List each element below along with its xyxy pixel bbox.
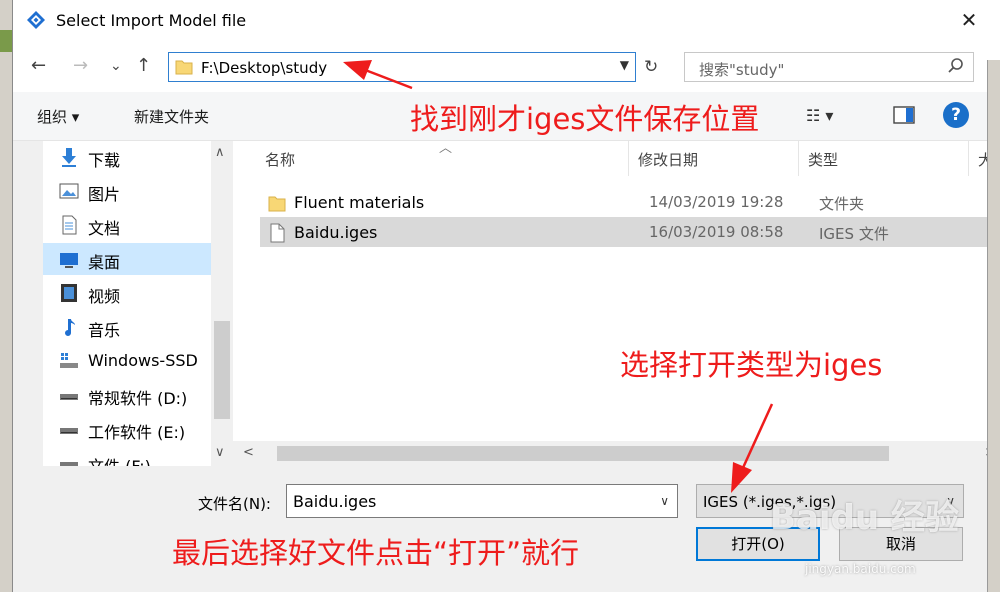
drive-icon [60,394,78,400]
sidebar-item-downloads[interactable]: 下载 [43,141,211,173]
sidebar-item-pictures[interactable]: 图片 [43,175,211,207]
watermark-logo: Baidu 经验 [770,498,959,538]
folder-icon [268,196,286,212]
scroll-down-icon[interactable]: ∨ [215,445,225,460]
chevron-down-icon[interactable]: ∨ [660,494,669,508]
watermark-url: jingyan.baidu.com [805,562,916,576]
file-row[interactable]: Fluent materials 14/03/2019 19:28 文件夹 [260,187,988,217]
background-app-strip-right [987,60,1000,592]
sort-ascending-icon: ︿ [439,141,453,156]
up-folder-button[interactable]: ↑ [136,56,151,76]
sidebar-item-drive-d[interactable]: 常规软件 (D:) [43,379,211,411]
annotation-select-type: 选择打开类型为iges [620,348,883,382]
filename-value: Baidu.iges [293,492,377,511]
column-divider[interactable] [628,141,629,176]
new-folder-button[interactable]: 新建文件夹 [134,106,209,127]
sidebar-item-windows-ssd[interactable]: Windows-SSD [43,345,211,377]
back-button[interactable]: ← [31,56,46,76]
close-button[interactable]: ✕ [959,10,979,30]
sidebar-item-drive-e[interactable]: 工作软件 (E:) [43,413,211,445]
column-divider[interactable] [968,141,969,176]
sidebar-item-videos[interactable]: 视频 [43,277,211,309]
sidebar-item-documents[interactable]: 文档 [43,209,211,241]
filename-input[interactable]: Baidu.iges ∨ [286,484,678,518]
music-icon [65,319,75,336]
scrollbar-thumb[interactable] [277,446,889,461]
drive-c-icon [60,353,78,368]
column-divider[interactable] [798,141,799,176]
help-button[interactable]: ? [943,102,969,128]
background-app-strip [0,0,12,592]
address-bar[interactable]: F:\Desktop\study ▼ [168,52,636,82]
scroll-left-icon[interactable]: < [243,445,254,460]
sidebar-item-label: 文档 [88,219,121,238]
address-path: F:\Desktop\study [201,59,328,77]
sidebar-item-label: 图片 [88,185,121,204]
sidebar-item-music[interactable]: 音乐 [43,311,211,343]
sidebar-item-label: 文件 (F:) [88,453,151,466]
scrollbar-thumb[interactable] [214,321,230,419]
file-name: Baidu.iges [294,223,378,242]
sidebar-item-label: 下载 [88,151,121,170]
file-modified: 14/03/2019 19:28 [649,193,784,211]
organize-menu[interactable]: 组织 ▾ [37,106,79,127]
file-row[interactable]: Baidu.iges 16/03/2019 08:58 IGES 文件 [260,217,988,247]
file-list-horizontal-scrollbar[interactable]: < > [233,441,1000,466]
file-type: 文件夹 [819,195,865,213]
view-options-button[interactable]: ☷ ▾ [806,106,833,125]
recent-locations-button[interactable]: ⌄ [110,56,122,76]
sidebar-item-label: 视频 [88,287,121,306]
search-icon [948,58,963,73]
pictures-icon [59,183,79,199]
sidebar-item-label: 音乐 [88,321,121,340]
refresh-button[interactable]: ↻ [644,57,658,77]
navigation-pane: 下载 图片 文档 桌面 视频 音乐 Windows-SSD 常规软件 (D:) [43,141,233,466]
column-header-type[interactable]: 类型 [808,149,838,170]
download-icon [62,148,76,167]
column-header-name[interactable]: 名称 [265,149,295,170]
app-logo-icon [27,11,45,29]
file-list: ︿ 名称 修改日期 类型 大 Fluent materials 14/03/20… [233,141,1000,466]
file-type: IGES 文件 [819,225,889,243]
file-name: Fluent materials [294,193,425,212]
column-header-modified[interactable]: 修改日期 [638,149,698,170]
search-input[interactable]: 搜索"study" [684,52,974,82]
navigation-row: ← → ⌄ ↑ F:\Desktop\study ▼ ↻ 搜索"study" [13,42,1000,92]
desktop-icon [60,253,78,268]
search-placeholder: 搜索"study" [699,61,785,79]
sidebar-item-desktop[interactable]: 桌面 [43,243,211,275]
file-icon [270,223,285,243]
documents-icon [62,215,77,235]
filename-label: 文件名(N): [198,495,271,513]
navigation-pane-scrollbar[interactable]: ∧ ∨ [211,141,233,466]
sidebar-item-label: 工作软件 (E:) [88,423,186,442]
annotation-final-step: 最后选择好文件点击“打开”就行 [172,536,580,570]
dialog-title: Select Import Model file [56,11,247,30]
folder-icon [175,60,193,75]
sidebar-item-label: 常规软件 (D:) [88,389,188,408]
background-toolbar-fragment [0,30,12,52]
sidebar-item-label: Windows-SSD [88,351,198,370]
file-modified: 16/03/2019 08:58 [649,223,784,241]
videos-icon [61,284,77,302]
sidebar-item-label: 桌面 [88,253,121,272]
forward-button[interactable]: → [73,56,88,76]
scroll-up-icon[interactable]: ∧ [215,145,225,160]
preview-pane-icon[interactable] [893,106,915,124]
drive-icon [60,428,78,434]
title-bar: Select Import Model file ✕ [13,0,1000,42]
sidebar-item-drive-f[interactable]: 文件 (F:) [43,447,211,466]
chevron-down-icon[interactable]: ▼ [620,58,629,72]
annotation-find-location: 找到刚才iges文件保存位置 [410,102,760,136]
drive-icon [60,462,78,466]
